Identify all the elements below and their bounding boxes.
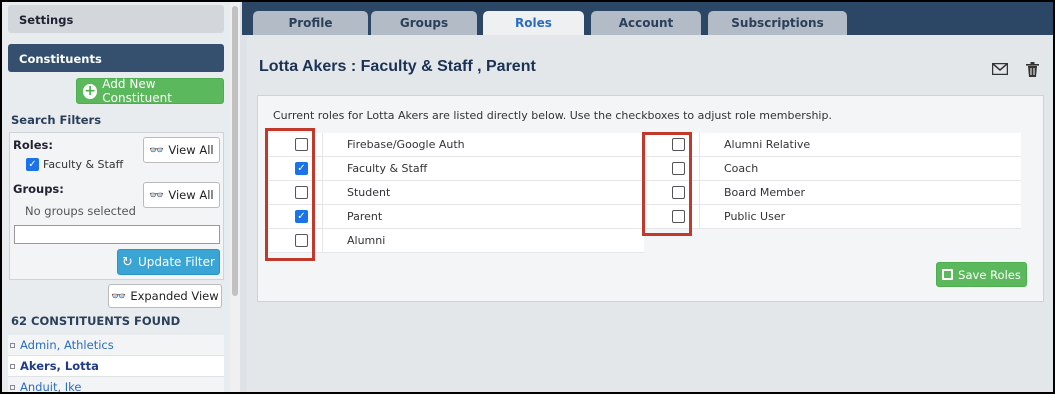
role-row: Alumni Relative (646, 132, 1021, 157)
view-all-roles-button[interactable]: 👓 View All (143, 137, 220, 163)
constituents-found-count: 62 CONSTITUENTS FOUND (11, 314, 181, 328)
groups-filter-label: Groups: (13, 182, 64, 196)
role-label: Alumni (347, 234, 386, 247)
role-label: Faculty & Staff (347, 162, 428, 175)
role-label: Alumni Relative (724, 138, 811, 151)
page-title: Lotta Akers : Faculty & Staff , Parent (259, 58, 536, 75)
tab-subscriptions[interactable]: Subscriptions (708, 11, 847, 35)
envelope-icon[interactable] (990, 60, 1010, 78)
view-all-groups-button[interactable]: 👓 View All (143, 182, 220, 208)
add-constituent-label: Add New Constituent (102, 77, 172, 105)
highlight-box-left (265, 128, 315, 261)
bullet-icon (10, 342, 15, 348)
role-label: Coach (724, 162, 759, 175)
tab-roles[interactable]: Roles (483, 11, 584, 35)
list-item[interactable]: Admin, Athletics (8, 335, 224, 356)
tab-profile[interactable]: Profile (253, 11, 368, 35)
role-row: ✓ Parent (269, 204, 644, 229)
add-constituent-button[interactable]: + Add New Constituent (76, 77, 224, 105)
no-groups-text: No groups selected (25, 204, 136, 218)
role-row: Student (269, 180, 644, 205)
role-label: Student (347, 186, 391, 199)
role-row: Firebase/Google Auth (269, 132, 644, 157)
settings-nav[interactable]: Settings (8, 5, 224, 33)
result-name: Admin, Athletics (20, 338, 114, 352)
save-icon (942, 269, 954, 280)
role-label: Board Member (724, 186, 806, 199)
constituents-nav[interactable]: Constituents (8, 44, 224, 72)
plus-circle-icon: + (83, 83, 98, 99)
update-filter-label: Update Filter (137, 255, 215, 269)
view-all-label: View All (168, 143, 214, 157)
highlight-box-right (642, 132, 692, 236)
glasses-icon: 👓 (149, 143, 165, 157)
tab-groups[interactable]: Groups (371, 11, 477, 35)
roles-instructions: Current roles for Lotta Akers are listed… (273, 109, 832, 122)
role-row: ✓ Faculty & Staff (269, 156, 644, 181)
search-filters-heading: Search Filters (11, 113, 102, 127)
role-label: Parent (347, 210, 383, 223)
expanded-view-label: Expanded View (130, 289, 219, 303)
role-label: Firebase/Google Auth (347, 138, 465, 151)
update-filter-button[interactable]: ↻ Update Filter (117, 249, 220, 275)
group-search-input[interactable] (14, 225, 220, 244)
role-row: Public User (646, 204, 1021, 229)
scrollbar-thumb[interactable] (232, 6, 238, 296)
role-filter-checkbox[interactable]: ✓ (26, 158, 39, 171)
trash-icon[interactable] (1022, 60, 1042, 78)
tab-account[interactable]: Account (591, 11, 701, 35)
role-filter-faculty[interactable]: ✓ Faculty & Staff (26, 158, 123, 171)
sidebar-scrollbar[interactable] (230, 2, 240, 392)
bullet-icon (10, 384, 15, 390)
list-item[interactable]: Anduit, Ike (8, 377, 224, 392)
role-label: Public User (724, 210, 786, 223)
content-layer: Settings Constituents + Add New Constitu… (2, 2, 1053, 392)
bullet-icon (10, 363, 15, 369)
role-row: Alumni (269, 228, 644, 253)
expanded-view-button[interactable]: 👓 Expanded View (108, 284, 222, 308)
glasses-icon: 👓 (149, 188, 165, 202)
list-item[interactable]: Akers, Lotta (8, 356, 224, 377)
role-row: Coach (646, 156, 1021, 181)
save-roles-button[interactable]: Save Roles (936, 262, 1027, 287)
role-filter-label: Faculty & Staff (43, 158, 124, 171)
view-all-label: View All (168, 188, 214, 202)
result-name: Akers, Lotta (20, 359, 99, 373)
results-list: Admin, Athletics Akers, Lotta Anduit, Ik… (8, 335, 224, 392)
result-name: Anduit, Ike (20, 380, 82, 392)
roles-filter-label: Roles: (13, 138, 53, 152)
glasses-icon: 👓 (111, 289, 127, 303)
role-row: Board Member (646, 180, 1021, 205)
save-roles-label: Save Roles (958, 267, 1021, 282)
refresh-icon: ↻ (122, 254, 133, 270)
sidebar: Settings Constituents + Add New Constitu… (2, 2, 230, 392)
